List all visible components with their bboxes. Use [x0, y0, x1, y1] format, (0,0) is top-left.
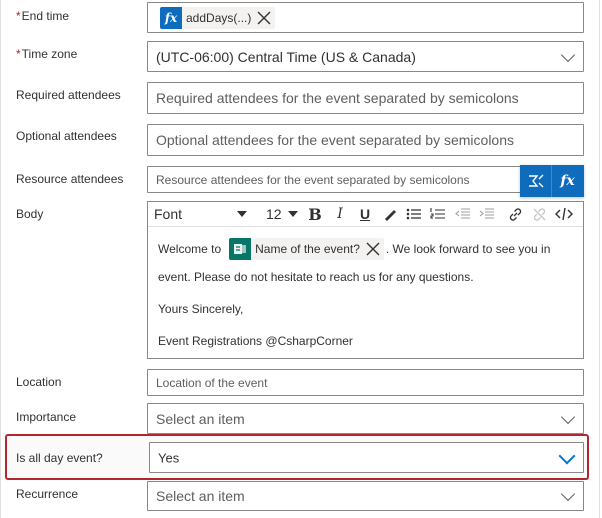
location-input[interactable]: Location of the event: [147, 369, 584, 396]
location-label: Location: [16, 375, 62, 389]
dynamic-content-bar: fx: [520, 165, 584, 197]
required-attendees-input[interactable]: Required attendees for the event separat…: [147, 82, 584, 114]
end-time-label: *End time: [16, 9, 70, 23]
chevron-down-icon: [558, 447, 576, 464]
bulleted-list-icon[interactable]: [404, 205, 424, 223]
end-time-field[interactable]: fx addDays(...): [147, 2, 584, 33]
all-day-dropdown[interactable]: Yes: [149, 442, 584, 473]
fx-icon: fx: [160, 7, 182, 29]
italic-button[interactable]: I: [330, 205, 350, 223]
required-attendees-label: Required attendees: [16, 88, 121, 102]
optional-attendees-input[interactable]: Optional attendees for the event separat…: [147, 124, 584, 156]
caret-down-icon[interactable]: [288, 211, 298, 217]
resource-attendees-input[interactable]: Resource attendees for the event separat…: [147, 166, 584, 193]
time-zone-label: *Time zone: [16, 47, 78, 61]
body-editor[interactable]: Font 12 B I U Welcome to Name of the eve…: [147, 201, 584, 359]
bold-button[interactable]: B: [305, 205, 325, 224]
close-icon[interactable]: [257, 11, 271, 25]
body-label: Body: [16, 207, 44, 221]
editor-toolbar: Font 12 B I U: [148, 202, 583, 227]
decrease-indent-icon[interactable]: [453, 205, 473, 223]
end-time-token[interactable]: fx addDays(...): [160, 7, 276, 29]
event-name-token[interactable]: Name of the event?: [229, 238, 384, 260]
caret-down-icon[interactable]: [237, 211, 247, 217]
dynamic-content-icon[interactable]: [520, 165, 551, 197]
numbered-list-icon[interactable]: [428, 205, 448, 223]
importance-dropdown[interactable]: Select an item: [147, 403, 584, 434]
unlink-icon[interactable]: [529, 205, 549, 223]
underline-button[interactable]: U: [355, 205, 375, 223]
importance-label: Importance: [16, 410, 77, 424]
recurrence-dropdown[interactable]: Select an item: [147, 481, 584, 511]
font-family-select[interactable]: Font: [154, 206, 182, 222]
text-color-icon[interactable]: [380, 205, 400, 223]
link-icon[interactable]: [505, 205, 525, 223]
fx-icon[interactable]: fx: [552, 165, 583, 197]
editor-line-4: Event Registrations @CsharpCorner: [158, 334, 353, 348]
font-size-select[interactable]: 12: [266, 206, 282, 222]
forms-icon: [229, 238, 252, 260]
editor-line-1: Welcome to Name of the event? . We look …: [158, 238, 550, 260]
editor-line-3: Yours Sincerely,: [158, 302, 244, 316]
optional-attendees-label: Optional attendees: [16, 129, 117, 143]
all-day-label: Is all day event?: [16, 451, 103, 465]
increase-indent-icon[interactable]: [477, 205, 497, 223]
chevron-down-icon: [560, 47, 576, 62]
editor-line-2: event. Please do not hesitate to reach u…: [158, 270, 474, 284]
recurrence-label: Recurrence: [16, 487, 79, 501]
code-view-icon[interactable]: [554, 205, 574, 223]
chevron-down-icon: [560, 409, 576, 424]
time-zone-dropdown[interactable]: (UTC-06:00) Central Time (US & Canada): [147, 41, 584, 72]
chevron-down-icon: [560, 486, 576, 502]
resource-attendees-label: Resource attendees: [16, 172, 124, 186]
close-icon[interactable]: [366, 242, 380, 256]
